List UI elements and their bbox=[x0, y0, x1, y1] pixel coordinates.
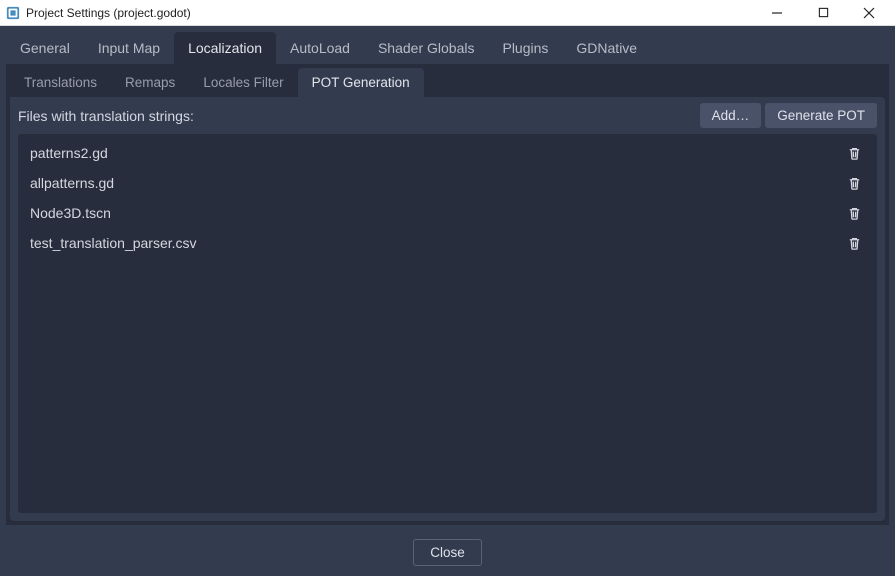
primary-tab-autoload[interactable]: AutoLoad bbox=[276, 32, 364, 64]
trash-icon[interactable] bbox=[843, 202, 865, 224]
file-name: allpatterns.gd bbox=[30, 175, 843, 191]
generate-pot-button[interactable]: Generate POT bbox=[765, 103, 877, 128]
secondary-tab-locales-filter[interactable]: Locales Filter bbox=[189, 68, 297, 97]
file-row[interactable]: patterns2.gd bbox=[18, 138, 877, 168]
minimize-button[interactable] bbox=[763, 3, 791, 23]
add-button[interactable]: Add… bbox=[700, 103, 762, 128]
primary-tab-bar: GeneralInput MapLocalizationAutoLoadShad… bbox=[0, 26, 895, 64]
file-row[interactable]: allpatterns.gd bbox=[18, 168, 877, 198]
file-list: patterns2.gd allpatterns.gd Node3D.tscn tes… bbox=[18, 134, 877, 513]
file-row[interactable]: Node3D.tscn bbox=[18, 198, 877, 228]
window-title: Project Settings (project.godot) bbox=[26, 6, 763, 20]
primary-tab-gdnative[interactable]: GDNative bbox=[562, 32, 651, 64]
maximize-button[interactable] bbox=[809, 3, 837, 23]
file-name: Node3D.tscn bbox=[30, 205, 843, 221]
app-body: GeneralInput MapLocalizationAutoLoadShad… bbox=[0, 26, 895, 576]
localization-panel: TranslationsRemapsLocales FilterPOT Gene… bbox=[6, 64, 889, 525]
trash-icon[interactable] bbox=[843, 232, 865, 254]
file-row[interactable]: test_translation_parser.csv bbox=[18, 228, 877, 258]
primary-tab-localization[interactable]: Localization bbox=[174, 32, 276, 64]
file-name: patterns2.gd bbox=[30, 145, 843, 161]
trash-icon[interactable] bbox=[843, 142, 865, 164]
secondary-tab-bar: TranslationsRemapsLocales FilterPOT Gene… bbox=[6, 64, 889, 97]
close-window-button[interactable] bbox=[855, 3, 883, 23]
dialog-footer: Close bbox=[0, 531, 895, 576]
close-button[interactable]: Close bbox=[413, 539, 482, 566]
secondary-tab-remaps[interactable]: Remaps bbox=[111, 68, 189, 97]
pot-generation-panel: Files with translation strings: Add… Gen… bbox=[10, 97, 885, 521]
primary-tab-plugins[interactable]: Plugins bbox=[488, 32, 562, 64]
title-bar: Project Settings (project.godot) bbox=[0, 0, 895, 26]
secondary-tab-translations[interactable]: Translations bbox=[10, 68, 111, 97]
trash-icon[interactable] bbox=[843, 172, 865, 194]
files-label: Files with translation strings: bbox=[18, 108, 696, 124]
window-controls bbox=[763, 3, 889, 23]
file-name: test_translation_parser.csv bbox=[30, 235, 843, 251]
secondary-tab-pot-generation[interactable]: POT Generation bbox=[298, 68, 424, 97]
primary-tab-shader-globals[interactable]: Shader Globals bbox=[364, 32, 489, 64]
pot-toolbar: Files with translation strings: Add… Gen… bbox=[10, 97, 885, 134]
primary-tab-general[interactable]: General bbox=[6, 32, 84, 64]
primary-tab-input-map[interactable]: Input Map bbox=[84, 32, 174, 64]
app-icon bbox=[6, 6, 20, 20]
